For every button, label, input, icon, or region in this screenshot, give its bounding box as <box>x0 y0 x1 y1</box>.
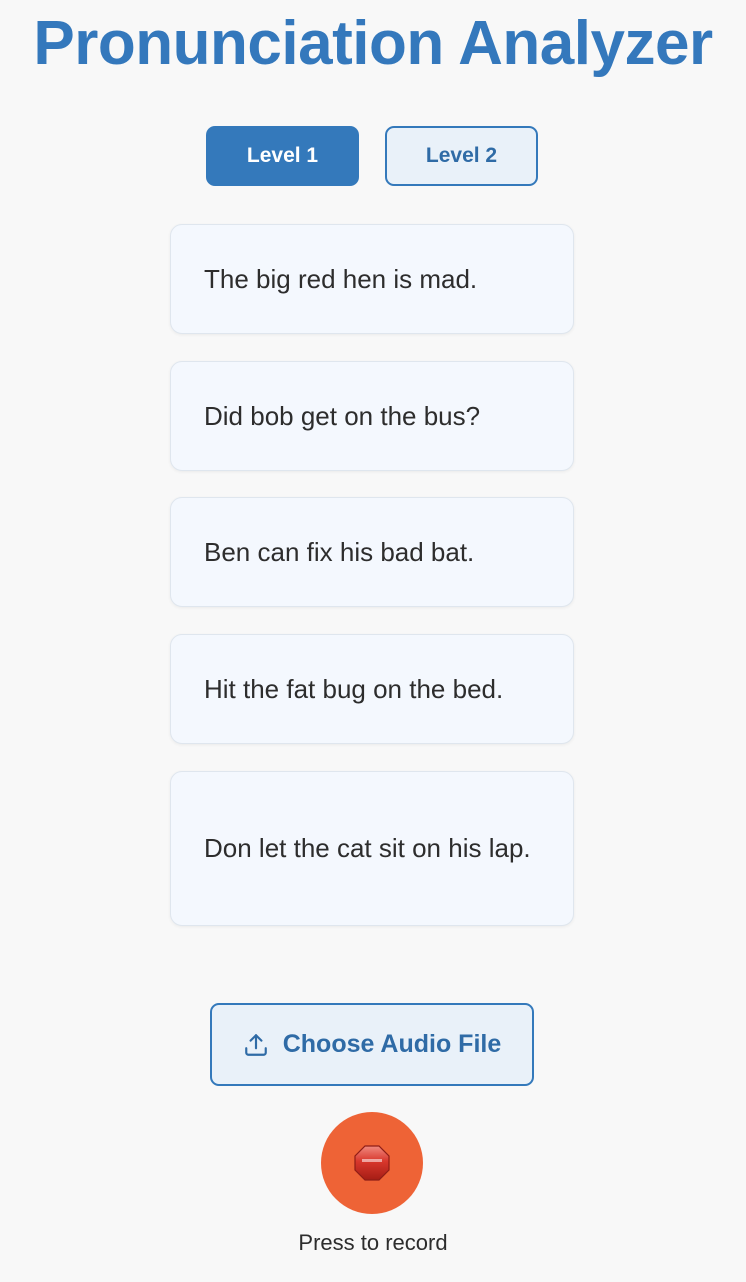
page-title: Pronunciation Analyzer <box>33 9 713 78</box>
sentence-text: Ben can fix his bad bat. <box>204 536 475 567</box>
choose-audio-file-button[interactable]: Choose Audio File <box>210 1003 534 1086</box>
record-button[interactable] <box>321 1112 423 1214</box>
level-selector: Level 1 Level 2 <box>0 126 746 186</box>
stop-sign-icon <box>354 1145 390 1181</box>
sentence-card[interactable]: Hit the fat bug on the bed. <box>170 634 574 744</box>
upload-icon <box>244 1033 267 1056</box>
sentence-text: Hit the fat bug on the bed. <box>204 673 504 704</box>
sentence-text: Don let the cat sit on his lap. <box>204 833 531 863</box>
sentence-text: Did bob get on the bus? <box>204 400 481 431</box>
record-hint: Press to record <box>298 1230 448 1255</box>
level-1-button[interactable]: Level 1 <box>206 126 359 186</box>
choose-audio-file-label: Choose Audio File <box>282 1030 502 1058</box>
sentence-card[interactable]: Did bob get on the bus? <box>170 361 574 471</box>
level-2-button[interactable]: Level 2 <box>385 126 538 186</box>
sentence-card[interactable]: The big red hen is mad. <box>170 224 574 334</box>
sentence-text: The big red hen is mad. <box>204 263 478 294</box>
sentence-card[interactable]: Don let the cat sit on his lap. <box>170 771 574 926</box>
sentence-card[interactable]: Ben can fix his bad bat. <box>170 497 574 607</box>
